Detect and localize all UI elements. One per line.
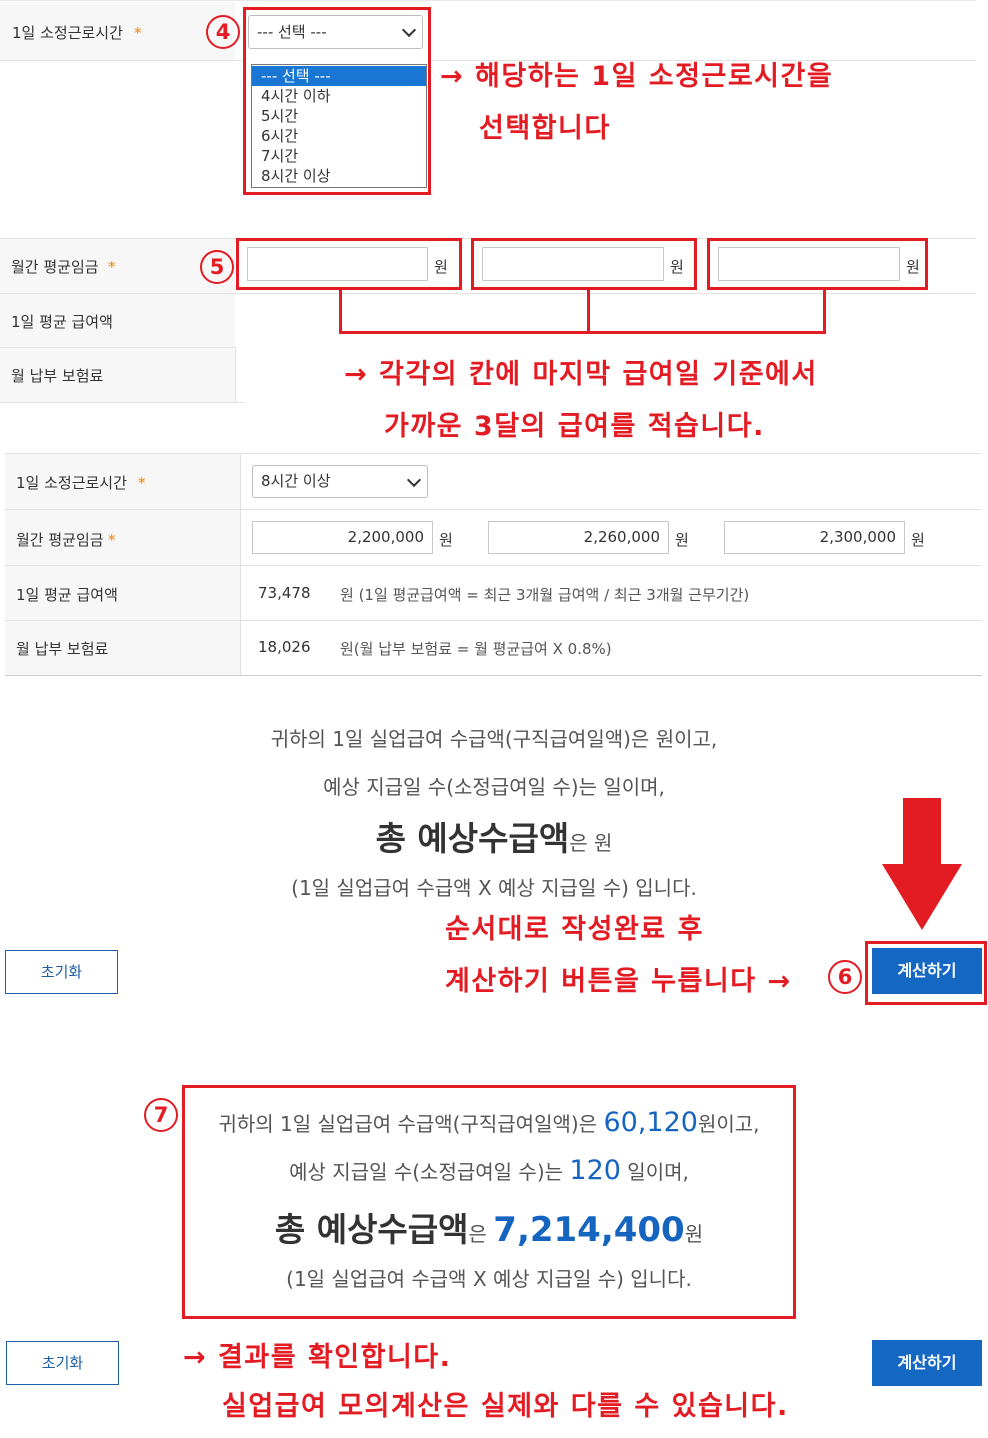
- divider: [235, 347, 236, 403]
- filled-wage-input-3[interactable]: 2,300,000: [724, 521, 905, 554]
- down-arrow-icon-shaft: [903, 798, 941, 866]
- daily-wage-label: 1일 평균 급여액: [11, 313, 113, 331]
- divider: [0, 347, 235, 348]
- unit-won: 원: [434, 258, 448, 276]
- filled-wage-input-1[interactable]: 2,200,000: [252, 521, 433, 554]
- final-total-post: 원: [684, 1222, 704, 1246]
- final-line-2-post: 일이며,: [620, 1160, 689, 1184]
- hours-dropdown-list[interactable]: --- 선택 --- 4시간 이하 5시간 6시간 7시간 8시간 이상: [251, 64, 427, 188]
- bracket-line: [823, 290, 826, 334]
- final-line-1-post: 원이고,: [697, 1112, 760, 1136]
- wage-input-3[interactable]: [718, 247, 900, 281]
- divider: [5, 509, 982, 510]
- annotation-result-2: 실업급여 모의계산은 실제와 다를 수 있습니다.: [222, 1391, 789, 1422]
- unit-won: 원: [439, 531, 453, 549]
- divider: [0, 60, 242, 61]
- reset-button-bottom[interactable]: 초기화: [6, 1341, 119, 1385]
- filled-daily-label: 1일 평균 급여액: [16, 586, 118, 604]
- annotation-hours-1: → 해당하는 1일 소정근로시간을: [440, 61, 834, 92]
- hours-option[interactable]: 8시간 이상: [252, 166, 426, 186]
- total-benefit-value: 7,214,400: [493, 1210, 685, 1250]
- reset-button[interactable]: 초기화: [5, 950, 118, 994]
- total-suffix: 은 원: [569, 831, 613, 855]
- required-mark: *: [108, 258, 116, 276]
- hours-option[interactable]: 7시간: [252, 146, 426, 166]
- result-total-line: 총 예상수급액은 원: [0, 812, 988, 860]
- calculate-button[interactable]: 계산하기: [872, 948, 982, 994]
- daily-wage-desc: 원 (1일 평균급여액 = 최근 3개월 급여액 / 최근 3개월 근무기간): [340, 586, 750, 604]
- hours-option[interactable]: 5시간: [252, 106, 426, 126]
- step-5-badge: 5: [200, 250, 234, 284]
- final-total-line: 총 예상수급액은 7,214,400원: [182, 1203, 796, 1251]
- daily-benefit-value: 60,120: [603, 1107, 698, 1138]
- annotation-wage-2: 가까운 3달의 급여를 적습니다.: [384, 411, 765, 442]
- divider: [5, 565, 982, 566]
- filled-insurance-label: 월 납부 보험료: [16, 640, 109, 658]
- wage-input-1[interactable]: [247, 247, 428, 281]
- chevron-down-icon: [406, 472, 422, 487]
- wage-input-2[interactable]: [482, 247, 664, 281]
- divider: [0, 293, 976, 294]
- annotation-result-1: → 결과를 확인합니다.: [183, 1342, 452, 1373]
- insurance-value: 18,026: [258, 638, 311, 656]
- wage-label: 월간 평균임금: [11, 258, 99, 276]
- final-line-2: 예상 지급일 수(소정급여일 수)는 120 일이며,: [182, 1155, 796, 1186]
- bracket-line: [339, 331, 826, 334]
- unit-won: 원: [670, 258, 684, 276]
- bracket-line: [339, 290, 342, 334]
- final-line-4: (1일 실업급여 수급액 X 예상 지급일 수) 입니다.: [286, 1267, 692, 1291]
- final-total-mid: 은: [468, 1222, 494, 1246]
- annotation-wage-1: → 각각의 칸에 마지막 급여일 기준에서: [344, 359, 818, 390]
- filled-wage-label: 월간 평균임금: [16, 531, 104, 549]
- chevron-down-icon: [401, 22, 417, 38]
- unit-won: 원: [675, 531, 689, 549]
- annotation-hours-2: 선택합니다: [479, 113, 611, 144]
- total-label: 총 예상수급액: [375, 819, 570, 858]
- result-line-1: 귀하의 1일 실업급여 수급액(구직급여일액)은 원이고,: [270, 727, 718, 751]
- hours-label: 1일 소정근로시간: [12, 24, 123, 42]
- down-arrow-icon: [882, 864, 962, 930]
- daily-wage-value: 73,478: [258, 584, 311, 602]
- bracket-line: [587, 290, 590, 334]
- annotation-calc-2: 계산하기 버튼을 누릅니다 →: [445, 966, 792, 997]
- payment-days-value: 120: [569, 1155, 621, 1186]
- step-4-badge: 4: [206, 15, 240, 49]
- divider: [0, 402, 245, 403]
- annotation-calc-1: 순서대로 작성완료 후: [445, 914, 704, 945]
- calculate-button-bottom[interactable]: 계산하기: [872, 1340, 982, 1386]
- hours-select-value: --- 선택 ---: [257, 23, 327, 41]
- step-7-badge: 7: [144, 1098, 178, 1132]
- result-line-2: 예상 지급일 수(소정급여일 수)는 일이며,: [323, 775, 665, 799]
- divider: [0, 0, 976, 1]
- hours-option[interactable]: 6시간: [252, 126, 426, 146]
- final-total-label: 총 예상수급액: [274, 1210, 469, 1249]
- final-line-1-pre: 귀하의 1일 실업급여 수급액(구직급여일액)은: [218, 1112, 604, 1136]
- filled-hours-label: 1일 소정근로시간: [16, 474, 127, 492]
- unit-won: 원: [911, 531, 925, 549]
- filled-wage-input-2[interactable]: 2,260,000: [488, 521, 669, 554]
- final-line-1: 귀하의 1일 실업급여 수급액(구직급여일액)은 60,120원이고,: [182, 1107, 796, 1138]
- required-mark: *: [108, 531, 116, 549]
- result-line-4: (1일 실업급여 수급액 X 예상 지급일 수) 입니다.: [291, 876, 697, 900]
- step-6-badge: 6: [828, 960, 862, 994]
- filled-hours-value: 8시간 이상: [261, 472, 331, 490]
- insurance-label: 월 납부 보험료: [11, 367, 104, 385]
- hours-select[interactable]: --- 선택 ---: [248, 15, 423, 49]
- insurance-desc: 원(월 납부 보험료 = 월 평균급여 X 0.8%): [340, 640, 612, 658]
- filled-hours-select[interactable]: 8시간 이상: [252, 465, 428, 498]
- hours-option[interactable]: --- 선택 ---: [252, 66, 426, 86]
- final-line-2-pre: 예상 지급일 수(소정급여일 수)는: [289, 1160, 570, 1184]
- divider: [5, 620, 982, 621]
- hours-option[interactable]: 4시간 이하: [252, 86, 426, 106]
- unit-won: 원: [906, 258, 920, 276]
- required-mark: *: [134, 24, 142, 42]
- required-mark: *: [138, 474, 146, 492]
- hours-label-cell: 1일 소정근로시간 *: [0, 2, 235, 60]
- divider: [5, 675, 982, 676]
